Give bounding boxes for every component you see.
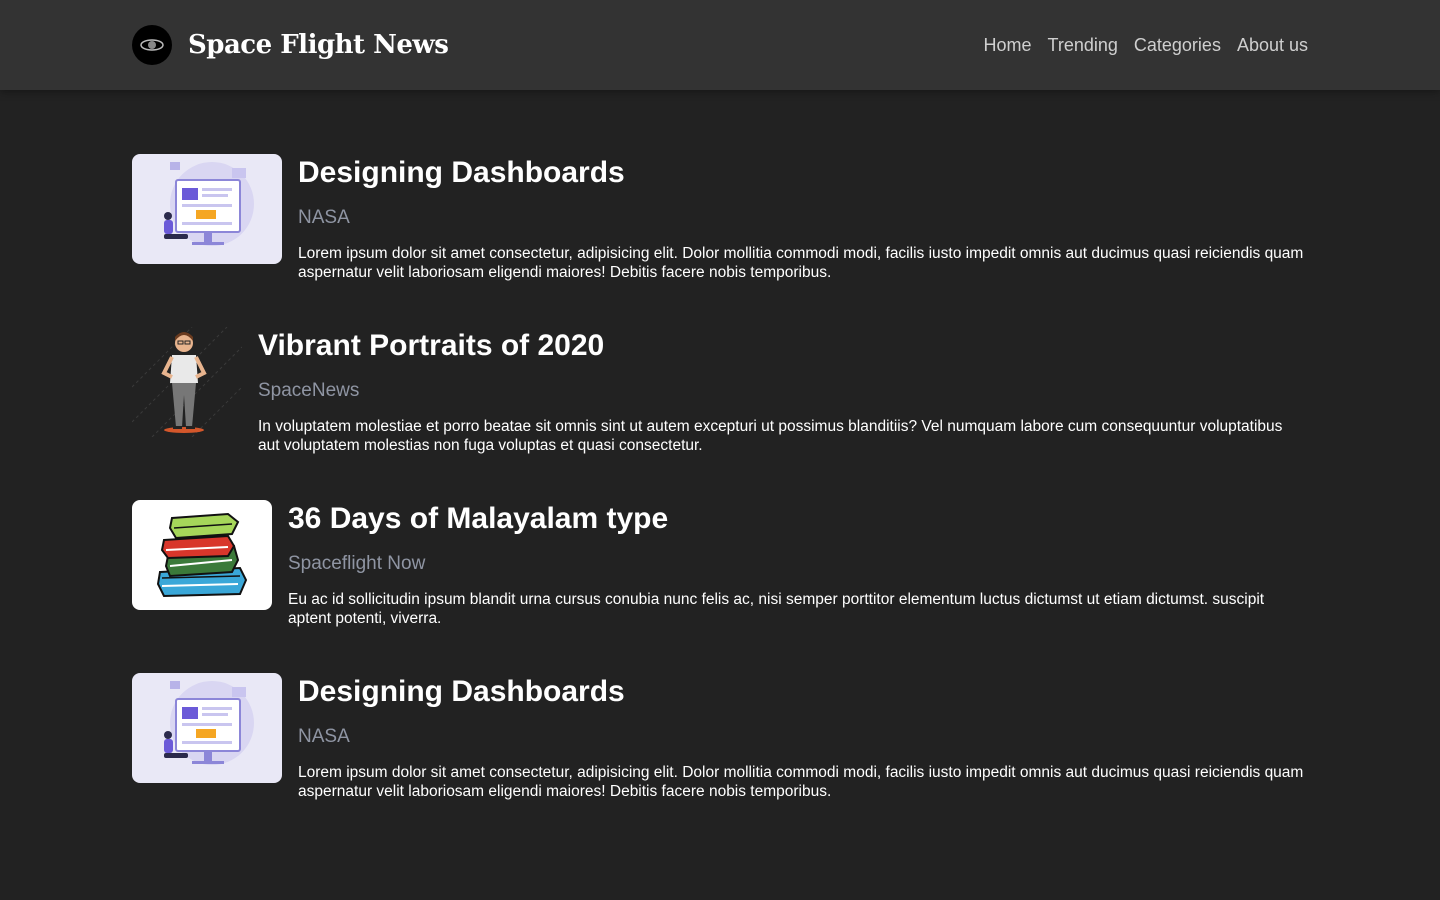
books-illustration-thumbnail[interactable]: [132, 500, 272, 610]
nav-about-link[interactable]: About us: [1237, 35, 1308, 56]
planet-logo-icon: [132, 25, 172, 65]
nav-categories-link[interactable]: Categories: [1134, 35, 1221, 56]
article-description: Lorem ipsum dolor sit amet consectetur, …: [298, 764, 1304, 800]
article-source: SpaceNews: [258, 380, 360, 401]
article-card[interactable]: 36 Days of Malayalam type Spaceflight No…: [132, 500, 1308, 628]
nav-trending-link[interactable]: Trending: [1048, 35, 1118, 56]
article-description: In voluptatem molestiae et porro beatae …: [258, 418, 1283, 454]
brand[interactable]: Space Flight News: [132, 25, 449, 65]
dashboard-illustration-thumbnail[interactable]: [132, 673, 282, 783]
article-title[interactable]: 36 Days of Malayalam type: [288, 500, 1308, 538]
article-card[interactable]: Vibrant Portraits of 2020 SpaceNews In v…: [132, 327, 1308, 455]
brand-name: Space Flight News: [188, 30, 449, 60]
article-description: Eu ac id sollicitudin ipsum blandit urna…: [288, 591, 1265, 627]
site-header: Space Flight News Home Trending Categori…: [0, 0, 1440, 90]
article-title[interactable]: Designing Dashboards: [298, 154, 1308, 192]
article-card[interactable]: Designing Dashboards NASA Lorem ipsum do…: [132, 154, 1308, 282]
main-nav: Home Trending Categories About us: [984, 35, 1309, 56]
article-source: Spaceflight Now: [288, 553, 426, 574]
article-card[interactable]: Designing Dashboards NASA Lorem ipsum do…: [132, 673, 1308, 801]
article-description: Lorem ipsum dolor sit amet consectetur, …: [298, 245, 1304, 281]
article-title[interactable]: Designing Dashboards: [298, 673, 1308, 711]
portrait-illustration-thumbnail[interactable]: [132, 327, 242, 437]
article-title[interactable]: Vibrant Portraits of 2020: [258, 327, 1308, 365]
article-source: NASA: [298, 207, 350, 228]
nav-home-link[interactable]: Home: [984, 35, 1032, 56]
article-source: NASA: [298, 726, 350, 747]
dashboard-illustration-thumbnail[interactable]: [132, 154, 282, 264]
